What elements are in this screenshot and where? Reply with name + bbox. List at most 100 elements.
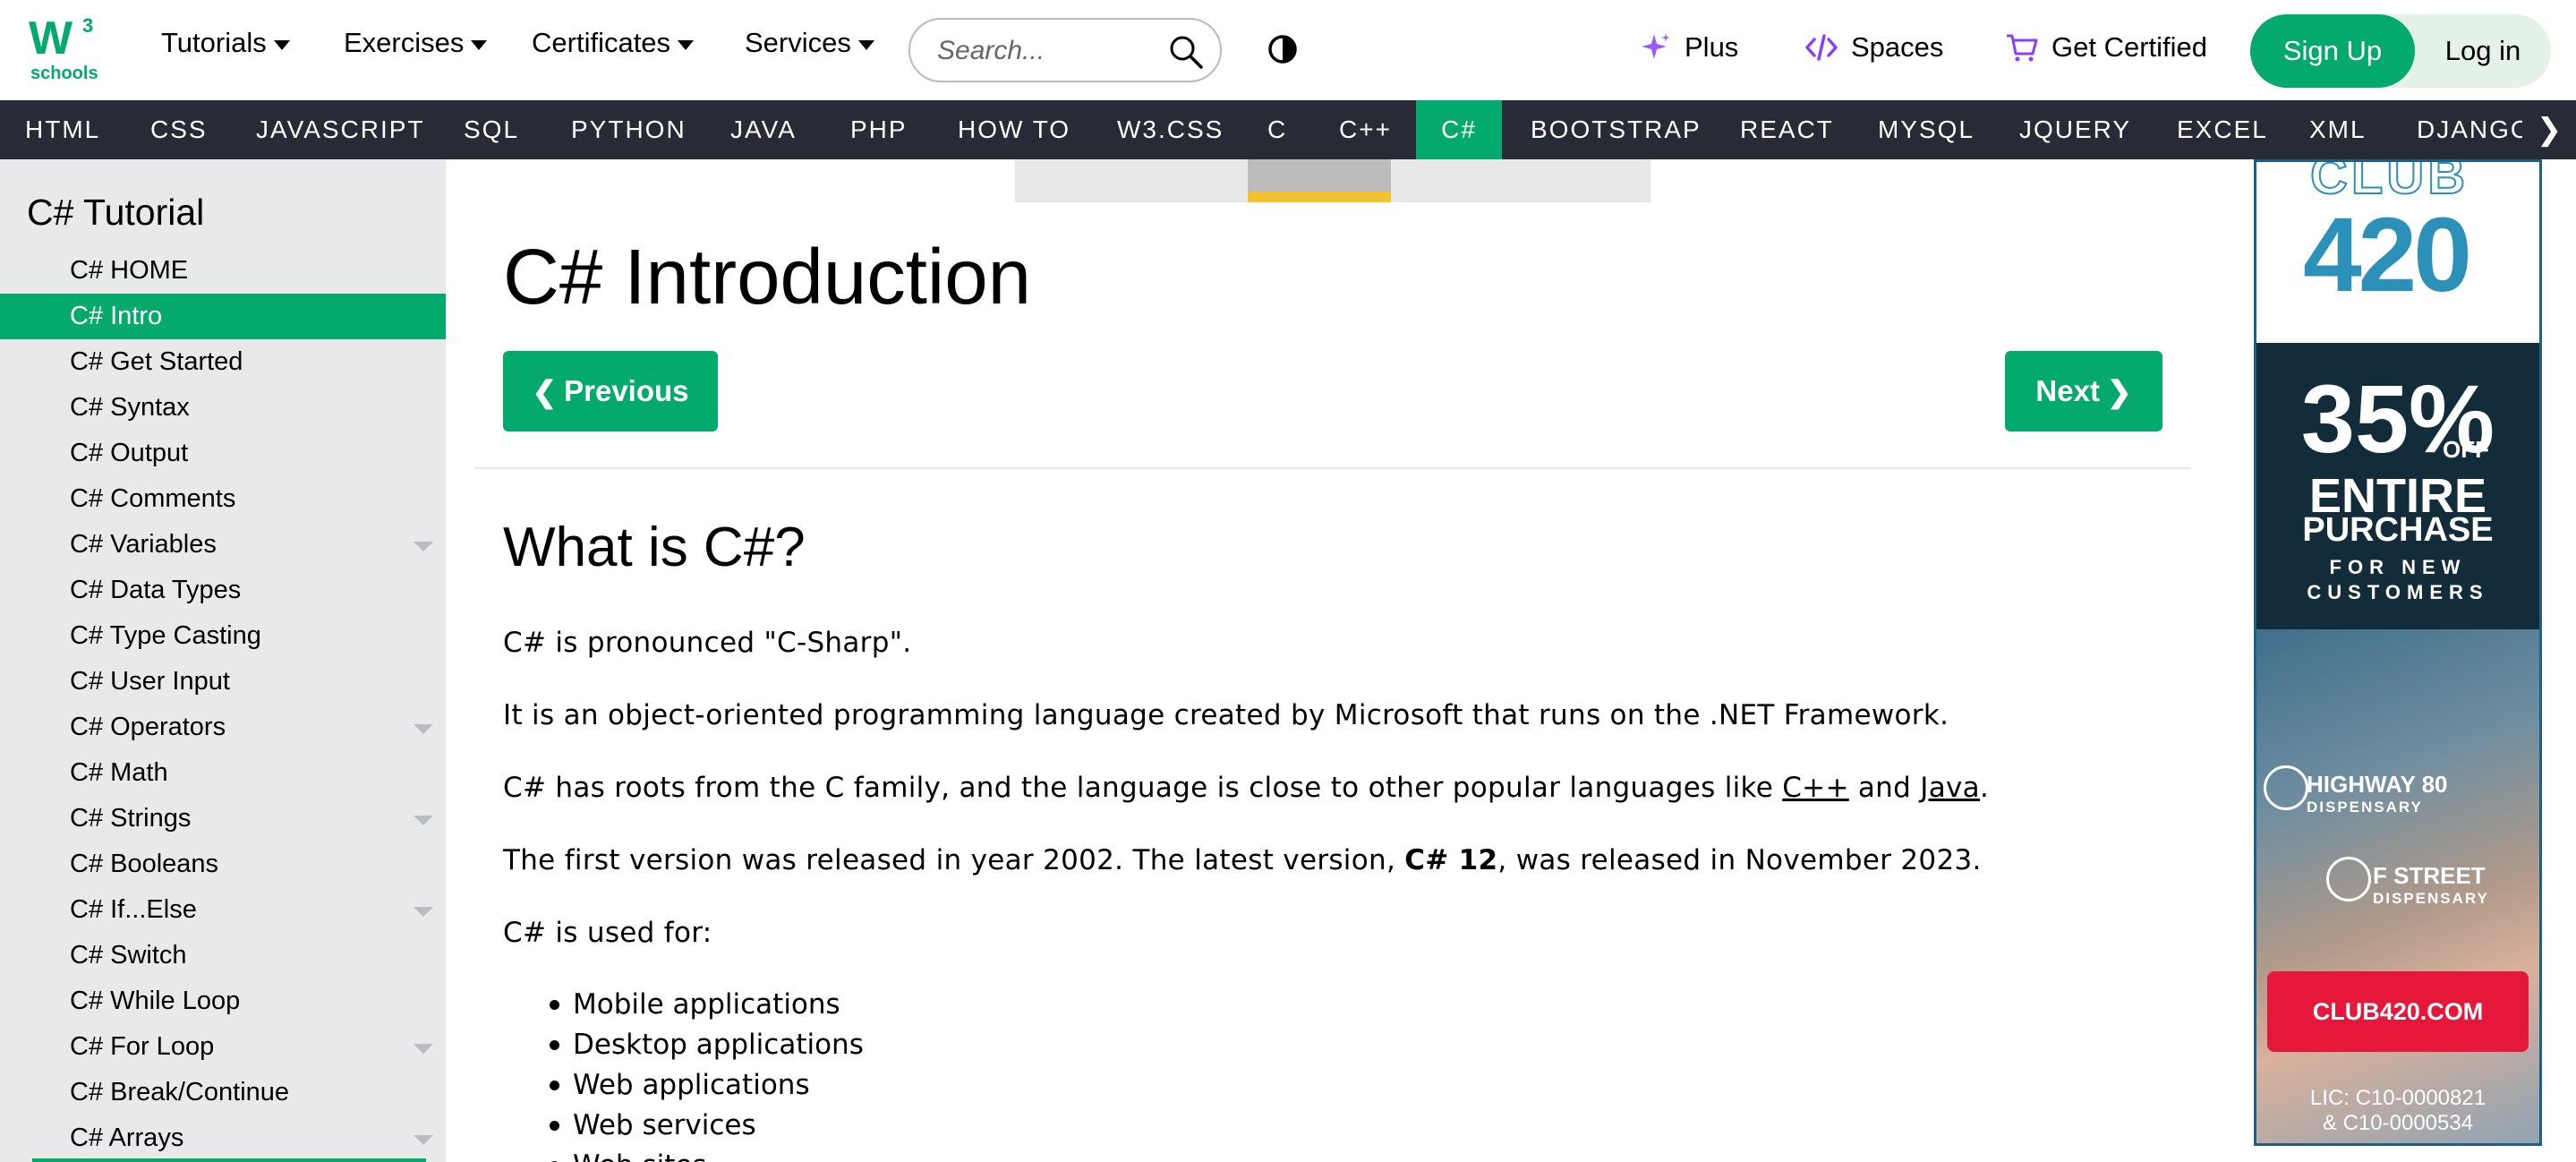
lang-w3css[interactable]: W3.CSS — [1117, 100, 1224, 159]
java-link[interactable]: Java — [1920, 772, 1980, 804]
sidebar-item[interactable]: C# Output — [0, 431, 446, 476]
sidebar-item[interactable]: C# Arrays — [0, 1115, 446, 1161]
sidebar-item[interactable]: C# Comments — [0, 476, 446, 522]
list-item: Web sites — [550, 1146, 864, 1162]
caret-down-icon — [678, 39, 695, 50]
chevron-right-icon[interactable]: ❯ — [2522, 100, 2576, 159]
get-certified-link[interactable]: Get Certified — [2005, 30, 2207, 64]
search-icon[interactable] — [1168, 34, 1204, 70]
log-in-button[interactable]: Log in — [2415, 14, 2551, 88]
plus-link[interactable]: Plus — [1638, 30, 1738, 64]
ad-cta-button[interactable]: CLUB420.COM — [2267, 971, 2529, 1052]
lang-django[interactable]: DJANGO — [2417, 100, 2532, 159]
next-button[interactable]: Next ❯ — [2005, 351, 2162, 431]
sidebar-item-label: C# Strings — [70, 804, 192, 833]
sidebar-item[interactable]: C# Syntax — [0, 385, 446, 431]
list-item: Mobile applications — [550, 985, 864, 1025]
sidebar-item-label: C# Math — [70, 758, 168, 787]
lang-css[interactable]: CSS — [150, 100, 208, 159]
lang-python[interactable]: PYTHON — [571, 100, 687, 159]
latest-version: C# 12 — [1404, 844, 1498, 876]
caret-down-icon — [857, 39, 874, 50]
sidebar-item-label: C# Output — [70, 439, 189, 467]
lang-csharp[interactable]: C# — [1416, 100, 1502, 159]
lang-sql[interactable]: SQL — [464, 100, 519, 159]
lang-mysql[interactable]: MYSQL — [1878, 100, 1975, 159]
lang-excel[interactable]: EXCEL — [2177, 100, 2268, 159]
code-icon — [1805, 34, 1838, 61]
lang-java[interactable]: JAVA — [730, 100, 797, 159]
search-input[interactable] — [937, 34, 1161, 68]
lang-bootstrap[interactable]: BOOTSTRAP — [1531, 100, 1702, 159]
caret-down-icon — [273, 39, 290, 50]
nav-label: Exercises — [344, 27, 465, 58]
sidebar-item[interactable]: C# Get Started — [0, 339, 446, 385]
previous-button[interactable]: ❮ Previous — [503, 351, 718, 431]
w3schools-logo[interactable]: W 3 schools — [27, 13, 100, 83]
sidebar-item-label: C# Intro — [70, 302, 163, 330]
lang-c[interactable]: C — [1267, 100, 1287, 159]
expand-caret-icon[interactable] — [414, 1135, 433, 1145]
expand-caret-icon[interactable] — [414, 1044, 433, 1054]
sidebar-item[interactable]: C# Strings — [0, 796, 446, 842]
sidebar-item[interactable]: C# Switch — [0, 933, 446, 978]
paragraph-roots: C# has roots from the C family, and the … — [503, 772, 1989, 804]
license-line: LIC: C10-0000821 — [2309, 1086, 2486, 1110]
sidebar-item-label: C# User Input — [70, 667, 230, 696]
sidebar-item[interactable]: C# User Input — [0, 659, 446, 705]
ad-license: LIC: C10-0000821 & C10-0000534 — [2256, 1086, 2539, 1136]
nav-services[interactable]: Services — [745, 27, 874, 59]
contrast-toggle-icon[interactable] — [1267, 34, 1298, 64]
sidebar-item[interactable]: C# Variables — [0, 522, 446, 568]
lang-javascript[interactable]: JAVASCRIPT — [256, 100, 425, 159]
sidebar-item[interactable]: C# Math — [0, 750, 446, 796]
sidebar-item-label: C# Booleans — [70, 850, 219, 878]
expand-caret-icon[interactable] — [414, 816, 433, 825]
plus-label: Plus — [1685, 31, 1739, 63]
sidebar-item-label: C# If...Else — [70, 895, 197, 924]
lang-xml[interactable]: XML — [2309, 100, 2367, 159]
sidebar-item[interactable]: C# Intro — [0, 294, 446, 339]
sidebar-item[interactable]: C# HOME — [0, 248, 446, 294]
sidebar-item[interactable]: C# Booleans — [0, 842, 446, 887]
text: The first version was released in year 2… — [503, 844, 1405, 876]
ad-logo: CLUB 420 — [2256, 162, 2539, 343]
top-ad-banner[interactable] — [1015, 159, 1651, 202]
sparkle-icon — [1642, 33, 1670, 59]
sidebar-item[interactable]: C# While Loop — [0, 978, 446, 1024]
sidebar-scroll-indicator — [32, 1158, 426, 1162]
lang-php[interactable]: PHP — [850, 100, 908, 159]
sidebar-item[interactable]: C# If...Else — [0, 887, 446, 933]
svg-text:W: W — [29, 13, 73, 64]
nav-label: Tutorials — [161, 27, 267, 58]
license-line: & C10-0000534 — [2322, 1111, 2474, 1135]
lang-howto[interactable]: HOW TO — [958, 100, 1070, 159]
search-box[interactable] — [908, 18, 1222, 82]
dispensary-name: HIGHWAY 80 — [2307, 771, 2448, 798]
nav-certificates[interactable]: Certificates — [532, 27, 695, 59]
sidebar-item[interactable]: C# Operators — [0, 705, 446, 750]
sidebar-item[interactable]: C# Type Casting — [0, 613, 446, 659]
sidebar-item-label: C# Arrays — [70, 1124, 184, 1152]
nav-tutorials[interactable]: Tutorials — [161, 27, 290, 59]
sidebar-item[interactable]: C# Data Types — [0, 568, 446, 613]
sidebar-item-label: C# Get Started — [70, 347, 243, 376]
dispensary-sub: DISPENSARY — [2373, 890, 2489, 907]
paragraph-used-for: C# is used for: — [503, 917, 712, 949]
expand-caret-icon[interactable] — [414, 542, 433, 551]
nav-exercises[interactable]: Exercises — [344, 27, 488, 59]
right-ad-banner[interactable]: CLUB 420 35% OFF ENTIRE PURCHASE FOR NEW… — [2254, 159, 2542, 1146]
lang-cpp[interactable]: C++ — [1339, 100, 1392, 159]
sidebar-item[interactable]: C# Break/Continue — [0, 1070, 446, 1115]
ad-number-text: 420 — [2303, 196, 2472, 314]
lang-jquery[interactable]: JQUERY — [2019, 100, 2131, 159]
sidebar-title: C# Tutorial — [27, 192, 205, 233]
cpp-link[interactable]: C++ — [1782, 772, 1849, 804]
lang-html[interactable]: HTML — [25, 100, 100, 159]
expand-caret-icon[interactable] — [414, 907, 433, 917]
sign-up-button[interactable]: Sign Up — [2250, 14, 2415, 88]
sidebar-item[interactable]: C# For Loop — [0, 1024, 446, 1070]
spaces-link[interactable]: Spaces — [1804, 30, 1943, 64]
expand-caret-icon[interactable] — [414, 724, 433, 734]
lang-react[interactable]: REACT — [1740, 100, 1834, 159]
